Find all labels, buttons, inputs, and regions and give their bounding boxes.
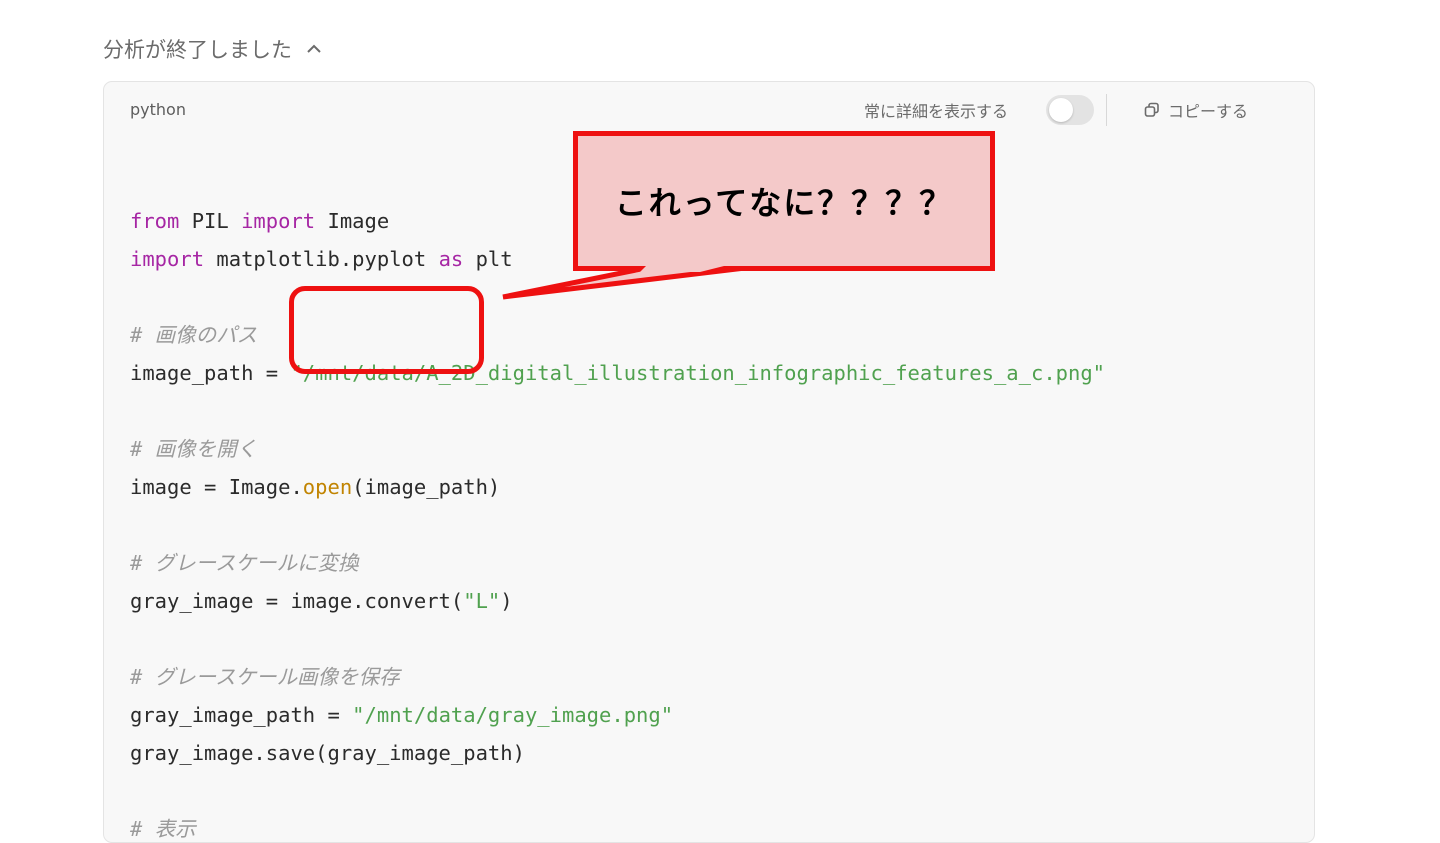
copy-button[interactable]: コピーする: [1144, 96, 1248, 124]
chevron-up-icon: [307, 44, 321, 53]
code-token: as: [438, 247, 464, 271]
code-token: matplotlib.pyplot: [204, 247, 439, 271]
code-token: "L": [463, 589, 501, 613]
code-token: gray_image = image.convert(: [130, 589, 464, 613]
toggle-knob: [1049, 98, 1073, 122]
code-token: # グレースケール画像を保存: [130, 665, 400, 689]
code-block-toolbar: python 常に詳細を表示する コピーする: [104, 82, 1314, 138]
code-line: # グレースケール画像を保存: [130, 658, 1105, 696]
code-line: gray_image.save(gray_image_path): [130, 734, 1105, 772]
code-token: import: [241, 209, 316, 233]
show-details-toggle[interactable]: [1046, 95, 1094, 125]
code-token: gray_image.save(gray_image_path): [130, 741, 525, 765]
code-line: image_path = "/mnt/data/A_2D_digital_ill…: [130, 354, 1105, 392]
code-token: import: [130, 247, 205, 271]
annotation-callout-text: これってなに？？？？: [614, 184, 954, 222]
copy-icon: [1144, 102, 1159, 117]
toolbar-divider: [1106, 94, 1107, 126]
annotation-callout: これってなに？？？？: [573, 131, 995, 271]
code-line: gray_image = image.convert("L"): [130, 582, 1105, 620]
code-language-label: python: [130, 100, 186, 119]
code-line: # 表示: [130, 810, 1105, 842]
code-line: # 画像を開く: [130, 430, 1105, 468]
code-token: open: [302, 475, 353, 499]
code-token: from: [130, 209, 180, 233]
code-token: plt: [463, 247, 513, 271]
code-token: # グレースケールに変換: [130, 551, 359, 575]
code-token: PIL: [179, 209, 242, 233]
code-token: # 画像を開く: [130, 437, 258, 461]
code-line: # グレースケールに変換: [130, 544, 1105, 582]
code-token: image_path =: [130, 361, 291, 385]
analysis-status-header[interactable]: 分析が終了しました: [103, 32, 324, 66]
code-token: "/mnt/data/gray_image.png": [352, 703, 674, 727]
annotation-highlight-box: [289, 286, 484, 374]
show-details-label: 常に詳細を表示する: [864, 102, 1009, 121]
code-token: image = Image.: [130, 475, 303, 499]
code-token: (image_path): [352, 475, 501, 499]
code-line: # 画像のパス: [130, 316, 1105, 354]
code-token: # 画像のパス: [130, 323, 258, 347]
code-token: ): [500, 589, 513, 613]
code-line: image = Image.open(image_path): [130, 468, 1105, 506]
code-token: # 表示: [130, 817, 196, 841]
code-line: gray_image_path = "/mnt/data/gray_image.…: [130, 696, 1105, 734]
copy-button-label: コピーする: [1168, 102, 1249, 121]
code-token: gray_image_path =: [130, 703, 353, 727]
code-token: Image: [315, 209, 390, 233]
analysis-status-title: 分析が終了しました: [103, 38, 292, 62]
